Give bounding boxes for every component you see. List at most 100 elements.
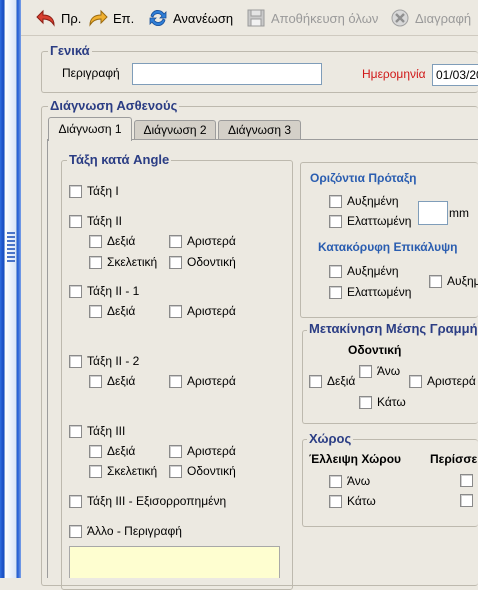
class-3-right-label: Δεξιά	[107, 444, 136, 458]
class-3-left-checkbox[interactable]	[169, 444, 182, 458]
class-2-1-right-checkbox[interactable]	[89, 304, 102, 318]
class-2-1-right-label: Δεξιά	[107, 304, 136, 318]
class-2-right-option[interactable]: Δεξιά	[89, 234, 135, 248]
class-2-1-left-checkbox[interactable]	[169, 304, 182, 318]
other-description-textarea[interactable]	[69, 546, 280, 578]
overbite-increased-checkbox[interactable]	[329, 264, 342, 278]
class-2-1-left-label: Αριστερά	[187, 304, 236, 318]
class-3-label: Τάξη III	[87, 424, 126, 438]
date-input[interactable]	[432, 64, 478, 86]
next-button[interactable]: Επ.	[87, 6, 134, 30]
window-edge-scrollbar[interactable]	[0, 0, 21, 578]
class-3-compensated-option[interactable]: Τάξη III - Εξισορροπημένη	[69, 494, 226, 508]
midline-up-option[interactable]: Άνω	[359, 364, 400, 378]
class-2-left-checkbox[interactable]	[169, 234, 182, 248]
overjet-decreased-option[interactable]: Ελαττωμένη	[329, 214, 411, 228]
class-2-1-checkbox[interactable]	[69, 284, 82, 298]
class-3-option[interactable]: Τάξη III	[69, 424, 125, 438]
class-2-checkbox[interactable]	[69, 214, 82, 228]
overjet-unit-label: mm	[449, 206, 469, 220]
space-lack-down-label: Κάτω	[347, 494, 376, 508]
overbite-increased-2-checkbox[interactable]	[429, 274, 442, 288]
class-2-1-right-option[interactable]: Δεξιά	[89, 304, 135, 318]
prev-button[interactable]: Πρ.	[35, 6, 81, 30]
class-2-2-left-checkbox[interactable]	[169, 374, 182, 388]
class-1-checkbox[interactable]	[69, 184, 82, 198]
midline-right-option[interactable]: Δεξιά	[309, 374, 355, 388]
class-2-1-option[interactable]: Τάξη II - 1	[69, 284, 139, 298]
tab-diagnosis-3[interactable]: Διάγνωση 3	[218, 120, 301, 140]
class-2-dental-checkbox[interactable]	[169, 255, 182, 269]
delete-button[interactable]: Διαγραφή	[389, 6, 471, 30]
general-title: Γενικά	[48, 43, 92, 58]
class-3-right-option[interactable]: Δεξιά	[89, 444, 135, 458]
class-2-2-checkbox[interactable]	[69, 354, 82, 368]
class-3-dental-option[interactable]: Οδοντική	[169, 464, 236, 478]
space-title: Χώρος	[307, 431, 354, 446]
class-3-left-label: Αριστερά	[187, 444, 236, 458]
midline-up-checkbox[interactable]	[359, 364, 372, 378]
class-3-right-checkbox[interactable]	[89, 444, 102, 458]
overjet-increased-checkbox[interactable]	[329, 194, 342, 208]
description-input[interactable]	[132, 63, 322, 85]
other-description-option[interactable]: Άλλο - Περιγραφή	[69, 524, 182, 538]
overjet-mm-input[interactable]	[418, 201, 448, 225]
midline-left-option[interactable]: Αριστερά	[409, 374, 476, 388]
class-2-option[interactable]: Τάξη II	[69, 214, 122, 228]
save-all-button[interactable]: Αποθήκευση όλων	[245, 6, 378, 30]
class-3-skeletal-checkbox[interactable]	[89, 464, 102, 478]
refresh-button[interactable]: Ανανέωση	[147, 6, 233, 30]
overjet-decreased-checkbox[interactable]	[329, 214, 342, 228]
midline-up-label: Άνω	[377, 364, 401, 378]
class-2-2-label: Τάξη II - 2	[87, 354, 140, 368]
space-lack-up-label: Άνω	[347, 474, 371, 488]
class-2-2-right-checkbox[interactable]	[89, 374, 102, 388]
class-2-left-label: Αριστερά	[187, 234, 236, 248]
class-2-dental-option[interactable]: Οδοντική	[169, 255, 236, 269]
space-lack-down-checkbox[interactable]	[329, 494, 342, 508]
class-3-left-option[interactable]: Αριστερά	[169, 444, 236, 458]
overjet-increased-option[interactable]: Αυξημένη	[329, 194, 399, 208]
class-2-left-option[interactable]: Αριστερά	[169, 234, 236, 248]
other-description-label: Άλλο - Περιγραφή	[87, 524, 182, 538]
class-2-2-left-option[interactable]: Αριστερά	[169, 374, 236, 388]
overbite-increased-label: Αυξημένη	[347, 264, 399, 278]
midline-left-label: Αριστερά	[427, 374, 476, 388]
overbite-decreased-checkbox[interactable]	[329, 285, 342, 299]
overbite-increased-option[interactable]: Αυξημένη	[329, 264, 399, 278]
tab-diagnosis-1[interactable]: Διάγνωση 1	[48, 117, 132, 141]
class-2-1-left-option[interactable]: Αριστερά	[169, 304, 236, 318]
midline-down-option[interactable]: Κάτω	[359, 395, 406, 409]
class-3-checkbox[interactable]	[69, 424, 82, 438]
class-2-skeletal-option[interactable]: Σκελετική	[89, 255, 157, 269]
other-description-checkbox[interactable]	[69, 524, 82, 538]
class-2-1-label: Τάξη II - 1	[87, 284, 140, 298]
overbite-decreased-option[interactable]: Ελαττωμένη	[329, 285, 411, 299]
space-lack-up-checkbox[interactable]	[329, 474, 342, 488]
midline-left-checkbox[interactable]	[409, 374, 422, 388]
space-lack-down-option[interactable]: Κάτω	[329, 494, 376, 508]
class-2-skeletal-checkbox[interactable]	[89, 255, 102, 269]
refresh-icon	[149, 10, 167, 26]
class-3-skeletal-option[interactable]: Σκελετική	[89, 464, 157, 478]
date-label: Ημερομηνία	[362, 67, 426, 81]
space-lack-up-option[interactable]: Άνω	[329, 474, 370, 488]
class-3-dental-label: Οδοντική	[187, 464, 236, 478]
class-2-right-checkbox[interactable]	[89, 234, 102, 248]
class-2-2-option[interactable]: Τάξη II - 2	[69, 354, 139, 368]
forward-arrow-icon	[89, 9, 108, 27]
class-3-dental-checkbox[interactable]	[169, 464, 182, 478]
class-3-compensated-checkbox[interactable]	[69, 494, 82, 508]
floppy-disk-icon	[247, 9, 265, 27]
class-1-option[interactable]: Τάξη I	[69, 184, 119, 198]
class-2-label: Τάξη II	[87, 214, 122, 228]
tab-diagnosis-2[interactable]: Διάγνωση 2	[134, 120, 216, 140]
class-2-2-right-option[interactable]: Δεξιά	[89, 374, 135, 388]
description-label: Περιγραφή	[62, 66, 120, 80]
scrollbar-grip[interactable]	[7, 232, 15, 262]
overbite-increased-2-option[interactable]: Αυξημ	[429, 274, 478, 288]
midline-right-checkbox[interactable]	[309, 374, 322, 388]
midline-down-checkbox[interactable]	[359, 395, 372, 409]
space-excess-up-checkbox[interactable]	[460, 474, 473, 487]
space-excess-down-checkbox[interactable]	[460, 494, 473, 507]
